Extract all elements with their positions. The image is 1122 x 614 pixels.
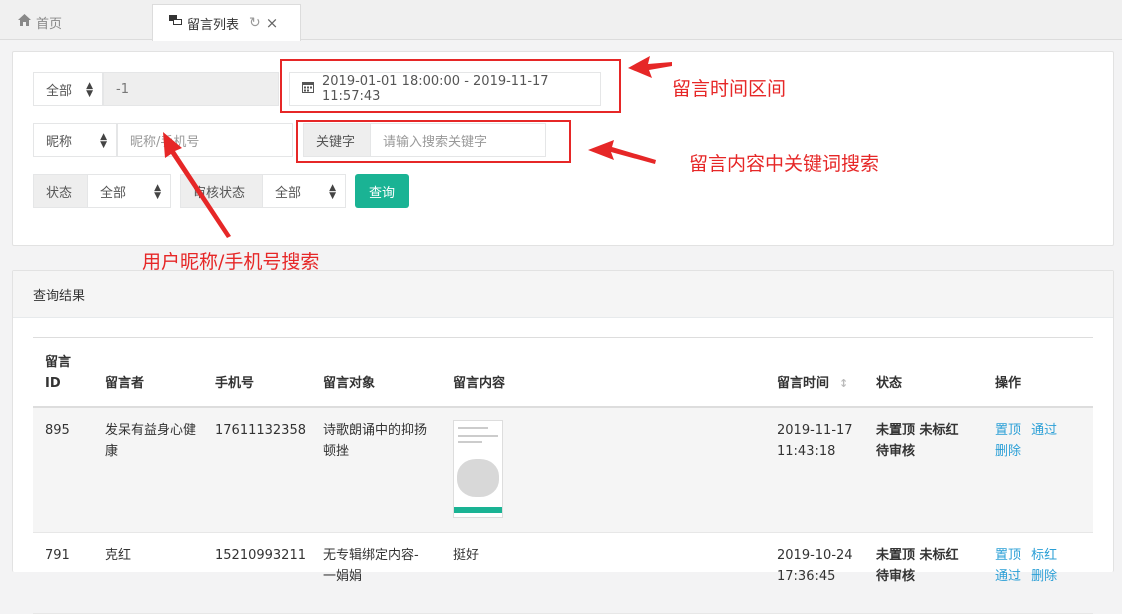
delete-link[interactable]: 删除 [1031,569,1057,584]
close-icon[interactable]: × [266,14,279,32]
scope-value-input[interactable]: -1 [103,72,279,106]
tab-home[interactable]: 首页 [0,4,152,40]
col-id: 留言 ID [45,355,72,391]
row-phone: 15210993211 [215,548,306,563]
review-status-label-text: 审核状态 [193,185,246,201]
comments-icon [169,15,182,31]
pin-link[interactable]: 置顶 [995,548,1021,563]
highlight-link[interactable]: 标红 [1031,548,1057,563]
nick-select[interactable]: 昵称 ▲ ▼ [33,123,117,157]
tab-message-list[interactable]: 留言列表 ↻ × [152,4,301,41]
sort-icon: ↕ [839,377,849,390]
row-author: 克红 [105,548,132,563]
result-panel: 查询结果 留言 ID 留言者 手机号 留言对象 留言内容 留言时间 ↕ 状态 操作… [12,270,1114,614]
row-author: 发呆有益身心健康 [105,423,197,459]
nick-phone-input[interactable]: 昵称/手机号 [117,123,293,157]
row-target: 无专辑绑定内容-一娟娟 [323,548,419,584]
review-status-label: 审核状态 [180,174,263,208]
delete-link[interactable]: 删除 [995,444,1021,459]
approve-link[interactable]: 通过 [1031,423,1057,438]
meme-face-image [457,459,499,497]
status-select[interactable]: 全部 ▲ ▼ [87,174,171,208]
row-content: 挺好 [453,548,480,563]
approve-link[interactable]: 通过 [995,569,1021,584]
content-thumbnail[interactable] [453,420,503,518]
annotation-nick: 用户昵称/手机号搜索 [142,251,320,273]
table-header: 留言 ID 留言者 手机号 留言对象 留言内容 留言时间 ↕ 状态 操作 [33,338,1093,408]
row-time: 2019-11-17 11:43:18 [777,423,853,459]
col-actions: 操作 [995,376,1022,391]
annotation-box-time [280,59,621,113]
query-button[interactable]: 查询 [355,174,409,208]
row-actions: 置顶 标红 通过 删除 [995,545,1075,587]
select-arrows-icon: ▲ ▼ [329,183,336,201]
row-id: 791 [45,548,70,563]
col-content: 留言内容 [453,376,506,391]
row-status: 未置顶 未标红 待审核 [876,423,959,459]
tab-bar: 首页 留言列表 ↻ × [0,0,1122,41]
scope-value-text: -1 [116,81,129,97]
select-arrows-icon: ▲ ▼ [86,81,93,99]
scope-select[interactable]: 全部 ▲ ▼ [33,72,103,106]
col-target: 留言对象 [323,376,376,391]
row-time: 2019-10-24 17:36:45 [777,548,853,584]
col-time-wrap[interactable]: 留言时间 ↕ [777,373,848,394]
tab-home-label: 首页 [36,16,63,32]
col-author: 留言者 [105,376,145,391]
row-status: 未置顶 未标红 待审核 [876,548,959,584]
query-button-label: 查询 [368,185,395,201]
refresh-icon[interactable]: ↻ [249,15,261,31]
nick-phone-placeholder: 昵称/手机号 [130,134,200,150]
row-phone: 17611132358 [215,423,306,438]
home-icon [18,14,31,30]
select-arrows-icon: ▲ ▼ [154,183,161,201]
nick-select-value: 昵称 [46,134,73,150]
tab-message-list-label: 留言列表 [187,17,240,33]
row-id: 895 [45,423,70,438]
annotation-keyword: 留言内容中关键词搜索 [689,153,880,175]
message-table: 留言 ID 留言者 手机号 留言对象 留言内容 留言时间 ↕ 状态 操作 895 … [33,337,1093,614]
review-status-select[interactable]: 全部 ▲ ▼ [262,174,346,208]
status-label: 状态 [33,174,88,208]
table-row: 791 克红 15210993211 无专辑绑定内容-一娟娟 挺好 2019-1… [33,533,1093,614]
row-actions: 置顶 通过 删除 [995,420,1075,462]
table-row: 895 发呆有益身心健康 17611132358 诗歌朗诵中的抑扬顿挫 2019… [33,408,1093,533]
scope-select-value: 全部 [46,83,73,99]
review-status-select-value: 全部 [275,185,302,201]
row-target: 诗歌朗诵中的抑扬顿挫 [323,423,428,459]
annotation-time-range: 留言时间区间 [672,78,787,100]
status-select-value: 全部 [100,185,127,201]
col-phone: 手机号 [215,376,255,391]
col-status: 状态 [876,376,903,391]
col-time: 留言时间 [777,376,830,391]
select-arrows-icon: ▲ ▼ [100,132,107,150]
pin-link[interactable]: 置顶 [995,423,1021,438]
result-title: 查询结果 [13,271,1113,318]
status-label-text: 状态 [46,185,73,201]
annotation-box-keyword [296,120,571,163]
